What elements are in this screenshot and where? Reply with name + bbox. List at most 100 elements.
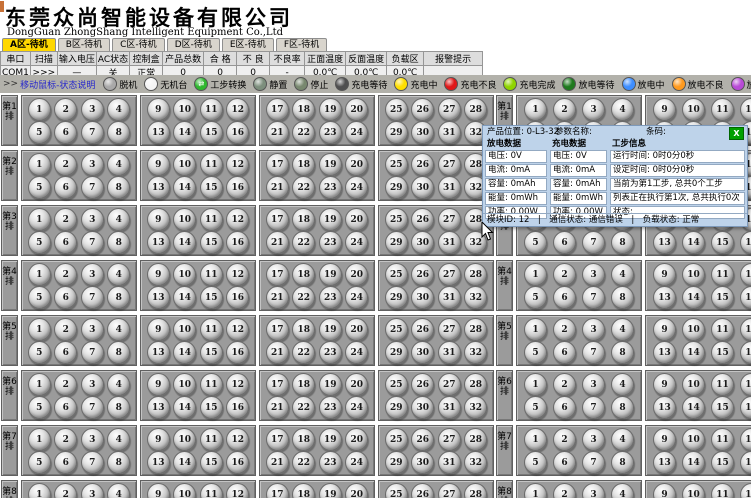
channel-button[interactable]: 22 xyxy=(292,396,315,419)
channel-button[interactable]: 1 xyxy=(524,318,547,341)
channel-button[interactable]: 11 xyxy=(200,318,223,341)
channel-button[interactable]: 6 xyxy=(54,341,77,364)
channel-button[interactable]: 13 xyxy=(147,121,170,144)
channel-button[interactable]: 14 xyxy=(173,341,196,364)
channel-button[interactable]: 8 xyxy=(107,286,130,309)
channel-button[interactable]: 6 xyxy=(553,286,576,309)
channel-button[interactable]: 7 xyxy=(81,286,104,309)
channel-button[interactable]: 8 xyxy=(611,396,634,419)
channel-button[interactable]: 4 xyxy=(107,263,130,286)
channel-button[interactable]: 31 xyxy=(438,121,461,144)
channel-button[interactable]: 29 xyxy=(385,121,408,144)
channel-button[interactable]: 9 xyxy=(147,153,170,176)
channel-button[interactable]: 14 xyxy=(173,286,196,309)
channel-button[interactable]: 14 xyxy=(173,231,196,254)
channel-button[interactable]: 25 xyxy=(385,153,408,176)
legend-hint-link[interactable]: 移动鼠标-状态说明 xyxy=(20,78,95,91)
channel-button[interactable]: 6 xyxy=(54,231,77,254)
channel-button[interactable]: 20 xyxy=(345,428,368,451)
channel-button[interactable]: 20 xyxy=(345,318,368,341)
channel-button[interactable]: 7 xyxy=(582,451,605,474)
channel-button[interactable]: 1 xyxy=(524,428,547,451)
channel-button[interactable]: 31 xyxy=(438,341,461,364)
channel-button[interactable]: 23 xyxy=(319,396,342,419)
channel-button[interactable]: 20 xyxy=(345,263,368,286)
channel-button[interactable]: 15 xyxy=(200,176,223,199)
channel-button[interactable]: 22 xyxy=(292,286,315,309)
channel-button[interactable]: 13 xyxy=(653,286,676,309)
channel-button[interactable]: 5 xyxy=(524,396,547,419)
channel-button[interactable]: 27 xyxy=(438,318,461,341)
channel-button[interactable]: 11 xyxy=(200,208,223,231)
channel-button[interactable]: 23 xyxy=(319,176,342,199)
channel-button[interactable]: 20 xyxy=(345,208,368,231)
channel-button[interactable]: 1 xyxy=(524,483,547,498)
channel-button[interactable]: 14 xyxy=(173,121,196,144)
channel-button[interactable]: 10 xyxy=(682,373,705,396)
channel-button[interactable]: 10 xyxy=(682,483,705,498)
channel-button[interactable]: 23 xyxy=(319,341,342,364)
channel-button[interactable]: 13 xyxy=(653,341,676,364)
channel-button[interactable]: 22 xyxy=(292,231,315,254)
popup-close-button[interactable]: X xyxy=(729,127,744,140)
channel-button[interactable]: 9 xyxy=(147,483,170,498)
channel-button[interactable]: 10 xyxy=(173,318,196,341)
channel-button[interactable]: 3 xyxy=(81,373,104,396)
channel-button[interactable]: 14 xyxy=(682,451,705,474)
channel-button[interactable]: 7 xyxy=(582,286,605,309)
channel-button[interactable]: 4 xyxy=(611,483,634,498)
channel-button[interactable]: 6 xyxy=(553,396,576,419)
channel-button[interactable]: 11 xyxy=(200,428,223,451)
channel-button[interactable]: 20 xyxy=(345,98,368,121)
channel-button[interactable]: 28 xyxy=(464,483,487,498)
channel-button[interactable]: 16 xyxy=(226,451,249,474)
channel-button[interactable]: 23 xyxy=(319,451,342,474)
channel-button[interactable]: 32 xyxy=(464,396,487,419)
channel-button[interactable]: 14 xyxy=(682,231,705,254)
channel-button[interactable]: 6 xyxy=(54,121,77,144)
channel-button[interactable]: 4 xyxy=(107,208,130,231)
channel-button[interactable]: 10 xyxy=(173,98,196,121)
channel-button[interactable]: 10 xyxy=(173,153,196,176)
channel-button[interactable]: 6 xyxy=(553,231,576,254)
channel-button[interactable]: 3 xyxy=(582,318,605,341)
channel-button[interactable]: 7 xyxy=(81,451,104,474)
channel-button[interactable]: 11 xyxy=(200,263,223,286)
channel-button[interactable]: 2 xyxy=(54,263,77,286)
channel-button[interactable]: 29 xyxy=(385,451,408,474)
channel-button[interactable]: 2 xyxy=(54,428,77,451)
channel-button[interactable]: 9 xyxy=(147,98,170,121)
channel-button[interactable]: 30 xyxy=(411,451,434,474)
channel-button[interactable]: 15 xyxy=(711,286,734,309)
channel-button[interactable]: 10 xyxy=(682,263,705,286)
channel-button[interactable]: 9 xyxy=(147,208,170,231)
channel-button[interactable]: 17 xyxy=(266,428,289,451)
channel-button[interactable]: 9 xyxy=(653,428,676,451)
channel-button[interactable]: 13 xyxy=(147,396,170,419)
channel-button[interactable]: 1 xyxy=(28,153,51,176)
tab-zone-3[interactable]: D区-待机 xyxy=(167,38,220,51)
channel-button[interactable]: 17 xyxy=(266,373,289,396)
channel-button[interactable]: 12 xyxy=(226,263,249,286)
channel-button[interactable]: 7 xyxy=(81,231,104,254)
channel-button[interactable]: 12 xyxy=(226,318,249,341)
channel-button[interactable]: 17 xyxy=(266,318,289,341)
channel-button[interactable]: 21 xyxy=(266,451,289,474)
channel-button[interactable]: 28 xyxy=(464,98,487,121)
channel-button[interactable]: 12 xyxy=(226,428,249,451)
channel-button[interactable]: 12 xyxy=(740,428,751,451)
channel-button[interactable]: 6 xyxy=(54,451,77,474)
channel-button[interactable]: 3 xyxy=(582,483,605,498)
channel-button[interactable]: 8 xyxy=(107,121,130,144)
channel-button[interactable]: 2 xyxy=(553,373,576,396)
channel-button[interactable]: 14 xyxy=(682,396,705,419)
channel-button[interactable]: 19 xyxy=(319,208,342,231)
channel-button[interactable]: 24 xyxy=(345,286,368,309)
channel-button[interactable]: 2 xyxy=(553,428,576,451)
channel-button[interactable]: 10 xyxy=(173,208,196,231)
channel-button[interactable]: 5 xyxy=(28,231,51,254)
channel-button[interactable]: 17 xyxy=(266,98,289,121)
channel-button[interactable]: 7 xyxy=(81,121,104,144)
channel-button[interactable]: 12 xyxy=(740,373,751,396)
channel-button[interactable]: 15 xyxy=(711,341,734,364)
